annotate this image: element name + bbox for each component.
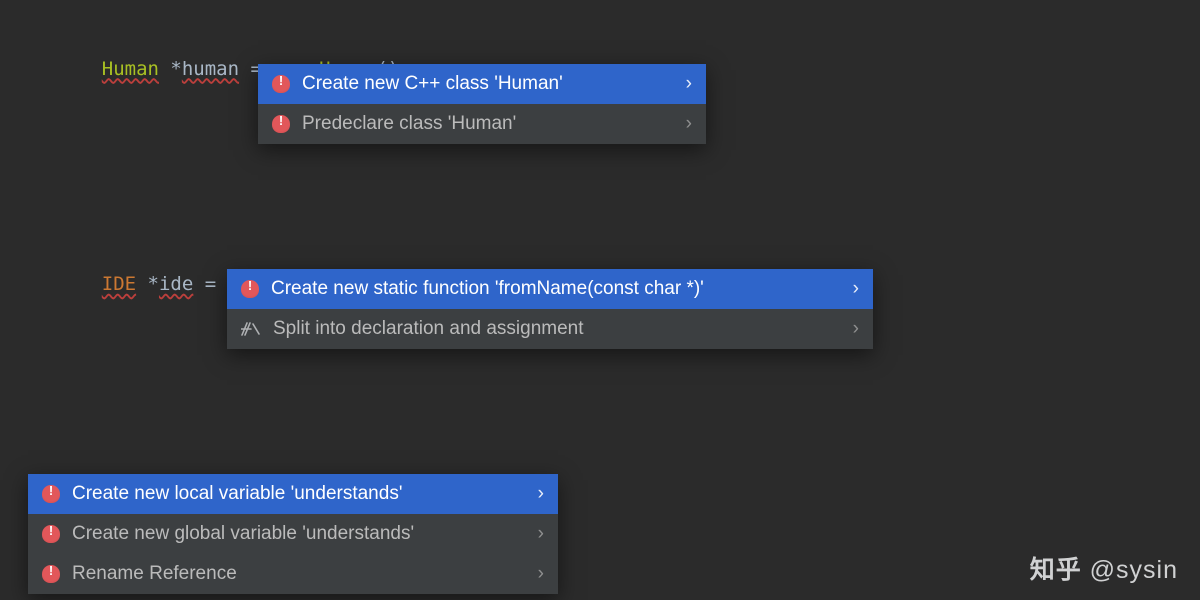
bulb-error-icon [42, 565, 60, 583]
chevron-right-icon: › [538, 523, 544, 545]
intention-popup-1: Create new C++ class 'Human' › Predeclar… [258, 64, 706, 144]
token-star: * [136, 273, 159, 295]
intention-item-predeclare[interactable]: Predeclare class 'Human' › [258, 104, 706, 144]
intention-label: Predeclare class 'Human' [302, 113, 674, 135]
token-var: ide [159, 273, 193, 295]
watermark: 知乎 @sysin [1030, 550, 1178, 586]
token-star: * [159, 58, 182, 80]
bulb-error-icon [241, 280, 259, 298]
bulb-error-icon [42, 525, 60, 543]
intention-label: Create new C++ class 'Human' [302, 73, 674, 95]
intention-label: Create new static function 'fromName(con… [271, 278, 841, 300]
watermark-handle: @sysin [1082, 556, 1178, 584]
intention-label: Create new global variable 'understands' [72, 523, 526, 545]
intention-popup-2: Create new static function 'fromName(con… [227, 269, 873, 349]
token-type: Human [102, 58, 159, 80]
token-type: IDE [102, 273, 136, 295]
intention-item-split-declaration[interactable]: Split into declaration and assignment › [227, 309, 873, 349]
watermark-zh: 知乎 [1030, 556, 1082, 584]
bulb-error-icon [272, 75, 290, 93]
bulb-error-icon [42, 485, 60, 503]
intention-item-rename-reference[interactable]: Rename Reference › [28, 554, 558, 594]
chevron-right-icon: › [853, 278, 859, 300]
intention-item-create-static-func[interactable]: Create new static function 'fromName(con… [227, 269, 873, 309]
intention-label: Split into declaration and assignment [273, 318, 841, 340]
intention-label: Rename Reference [72, 563, 526, 585]
chevron-right-icon: › [538, 563, 544, 585]
token-eq: = [193, 273, 227, 295]
bulb-error-icon [272, 115, 290, 133]
chevron-right-icon: › [686, 113, 692, 135]
intention-label: Create new local variable 'understands' [72, 483, 526, 505]
pencil-icon [241, 320, 261, 338]
chevron-right-icon: › [853, 318, 859, 340]
chevron-right-icon: › [538, 483, 544, 505]
intention-item-create-global-var[interactable]: Create new global variable 'understands'… [28, 514, 558, 554]
intention-item-create-class[interactable]: Create new C++ class 'Human' › [258, 64, 706, 104]
intention-popup-3: Create new local variable 'understands' … [28, 474, 558, 594]
intention-item-create-local-var[interactable]: Create new local variable 'understands' … [28, 474, 558, 514]
token-var: human [182, 58, 239, 80]
chevron-right-icon: › [686, 73, 692, 95]
